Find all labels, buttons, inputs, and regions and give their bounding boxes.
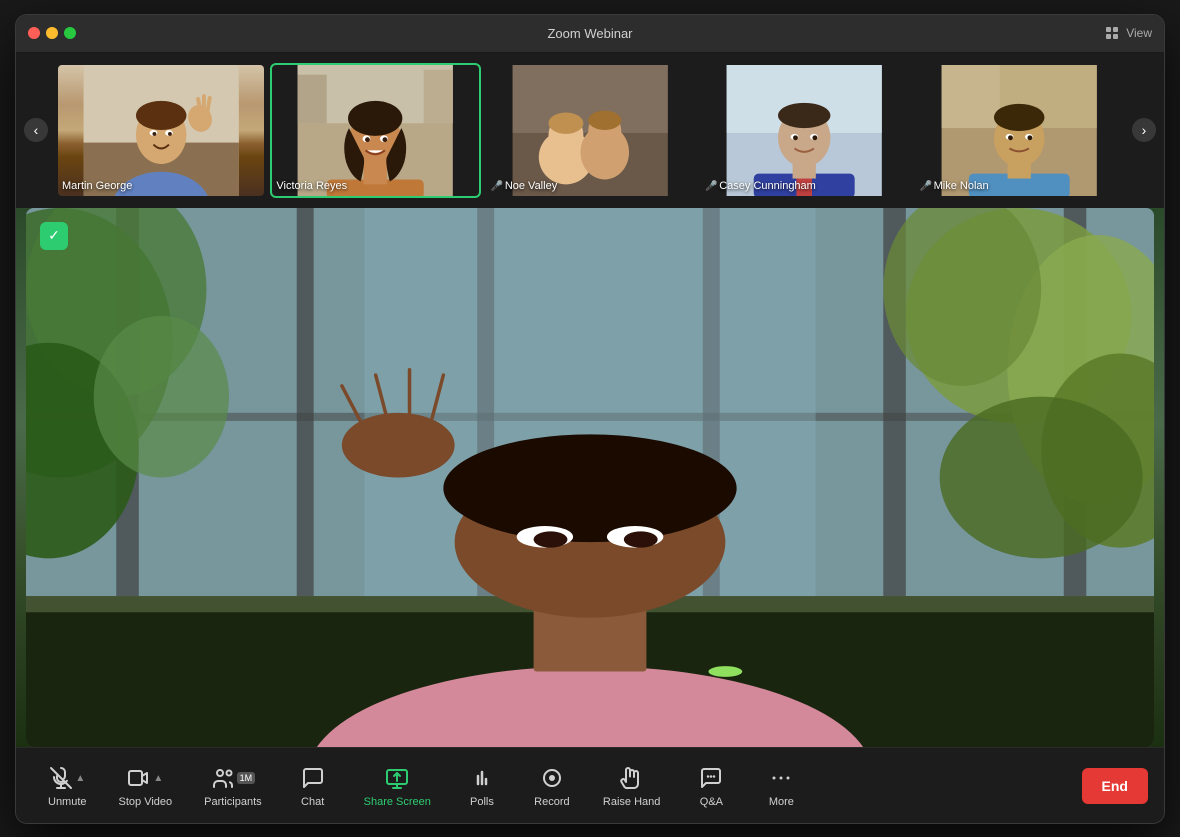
more-label: More (769, 796, 794, 808)
more-icon (769, 766, 793, 790)
camera-icon (127, 766, 151, 790)
polls-button[interactable]: Polls (447, 756, 517, 816)
polls-icon (470, 766, 494, 790)
end-button[interactable]: End (1082, 768, 1148, 804)
traffic-lights (28, 27, 76, 39)
title-bar: Zoom Webinar View (16, 15, 1164, 53)
share-screen-label: Share Screen (364, 796, 431, 808)
stop-video-label: Stop Video (119, 796, 173, 808)
qa-label: Q&A (700, 796, 723, 808)
participant-name-mike: Mike Nolan (934, 180, 989, 192)
participant-strip: ‹ (16, 53, 1164, 208)
mute-icon-noe: 🎤 (491, 181, 503, 192)
qa-button[interactable]: Q&A (676, 756, 746, 816)
share-screen-button[interactable]: Share Screen (348, 756, 447, 816)
window-title: Zoom Webinar (547, 26, 632, 41)
participant-thumb-victoria[interactable]: Victoria Reyes (270, 63, 480, 198)
participant-name-martin: Martin George (62, 180, 132, 192)
raise-hand-label: Raise Hand (603, 796, 660, 808)
unmute-button[interactable]: ▲ Unmute (32, 756, 103, 816)
participants-button[interactable]: 1M Participants (188, 756, 277, 816)
participant-thumb-martin[interactable]: Martin George (56, 63, 266, 198)
main-video-area: ✓ (16, 208, 1164, 747)
chat-button[interactable]: Chat (278, 756, 348, 816)
stop-video-button[interactable]: ▲ Stop Video (103, 756, 189, 816)
polls-label: Polls (470, 796, 494, 808)
participant-thumb-casey[interactable]: 🎤 Casey Cunningham (699, 63, 909, 198)
minimize-button[interactable] (46, 27, 58, 39)
mute-icon-casey: 🎤 (705, 181, 717, 192)
toolbar-items: ▲ Unmute ▲ Stop Video (32, 756, 1082, 816)
more-button[interactable]: More (746, 756, 816, 816)
participants-badge: 1M (237, 772, 256, 784)
record-label: Record (534, 796, 569, 808)
view-button[interactable]: View (1106, 26, 1152, 40)
participants-label: Participants (204, 796, 261, 808)
participants-icon (211, 766, 235, 790)
mute-icon-mike: 🎤 (920, 181, 932, 192)
maximize-button[interactable] (64, 27, 76, 39)
strip-nav-left[interactable]: ‹ (24, 118, 48, 142)
unmute-arrow: ▲ (75, 773, 85, 784)
participant-thumb-mike[interactable]: 🎤 Mike Nolan (914, 63, 1124, 198)
stop-video-arrow: ▲ (153, 773, 163, 784)
participant-name-noe: Noe Valley (505, 180, 557, 192)
verified-badge: ✓ (40, 222, 68, 250)
record-button[interactable]: Record (517, 756, 587, 816)
strip-nav-right[interactable]: › (1132, 118, 1156, 142)
microphone-muted-icon (49, 766, 73, 790)
zoom-window: Zoom Webinar View ‹ (15, 14, 1165, 824)
view-grid-icon (1106, 27, 1118, 39)
share-screen-icon (385, 766, 409, 790)
chat-label: Chat (301, 796, 324, 808)
participant-name-casey: Casey Cunningham (719, 180, 816, 192)
raise-hand-button[interactable]: Raise Hand (587, 756, 676, 816)
participant-name-victoria: Victoria Reyes (276, 180, 347, 192)
chat-icon (301, 766, 325, 790)
toolbar: ▲ Unmute ▲ Stop Video (16, 747, 1164, 824)
raise-hand-icon (620, 766, 644, 790)
qa-icon (699, 766, 723, 790)
participant-thumb-noe[interactable]: 🎤 Noe Valley (485, 63, 695, 198)
close-button[interactable] (28, 27, 40, 39)
unmute-label: Unmute (48, 796, 87, 808)
record-icon (540, 766, 564, 790)
